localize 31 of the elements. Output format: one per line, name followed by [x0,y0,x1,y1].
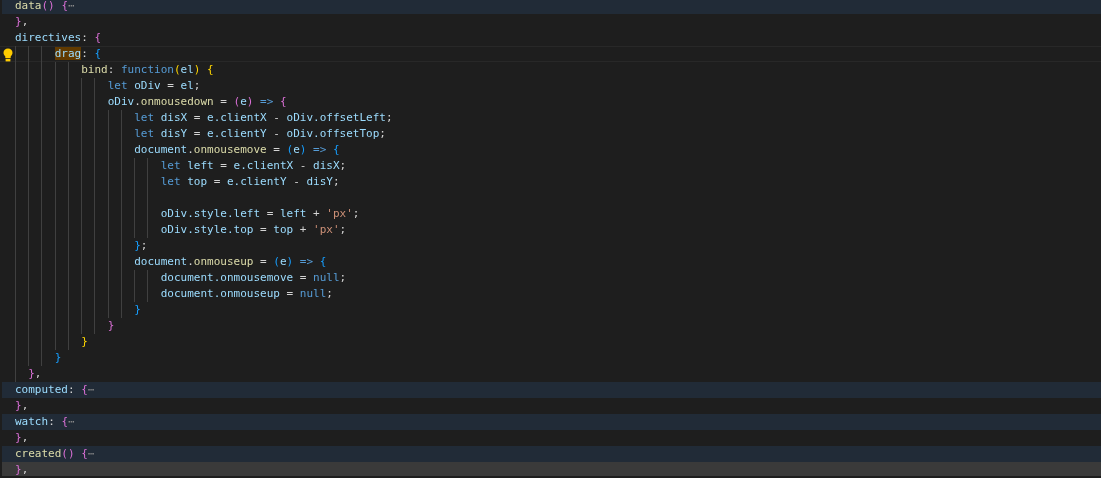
code-line: let oDiv = el; [107,78,201,94]
code-line: let disX = e.clientX - oDiv.offsetLeft; [134,110,393,126]
code-line: }, [15,398,29,414]
code-line: } [81,334,88,350]
code-line: let left = e.clientX - disX; [160,158,347,174]
code-line: }, [28,366,42,382]
code-line: }, [15,430,29,446]
code-line: } [54,350,62,366]
code-line: bind: function(el) { [81,62,214,78]
code-line: oDiv.style.top = top + 'px'; [160,222,347,238]
lightbulb-icon[interactable] [3,48,13,62]
code-line: }, [15,14,29,30]
code-line: watch: {⋯ [15,414,75,430]
code-line: directives: { [15,30,102,46]
code-line: document.onmouseup = null; [160,286,333,302]
code-line: data() {⋯ [15,0,75,14]
code-line: oDiv.onmousedown = (e) => { [107,94,287,110]
code-line: } [107,318,115,334]
code-line: } [134,302,141,318]
code-line: drag: { [54,47,102,61]
code-line: }; [134,238,148,254]
code-line: }, [15,462,29,478]
code-line: let disY = e.clientY - oDiv.offsetTop; [134,126,386,142]
code-line: document.onmouseup = (e) => { [134,254,327,270]
horizontal-scrollbar[interactable] [2,462,1101,476]
code-line: let top = e.clientY - disY; [160,174,340,190]
code-line: document.onmousemove = (e) => { [134,142,340,158]
code-line: oDiv.style.left = left + 'px'; [160,206,360,222]
code-line: document.onmousemove = null; [160,270,347,286]
code-line: created() {⋯ [15,446,95,462]
code-line: computed: {⋯ [15,382,95,398]
